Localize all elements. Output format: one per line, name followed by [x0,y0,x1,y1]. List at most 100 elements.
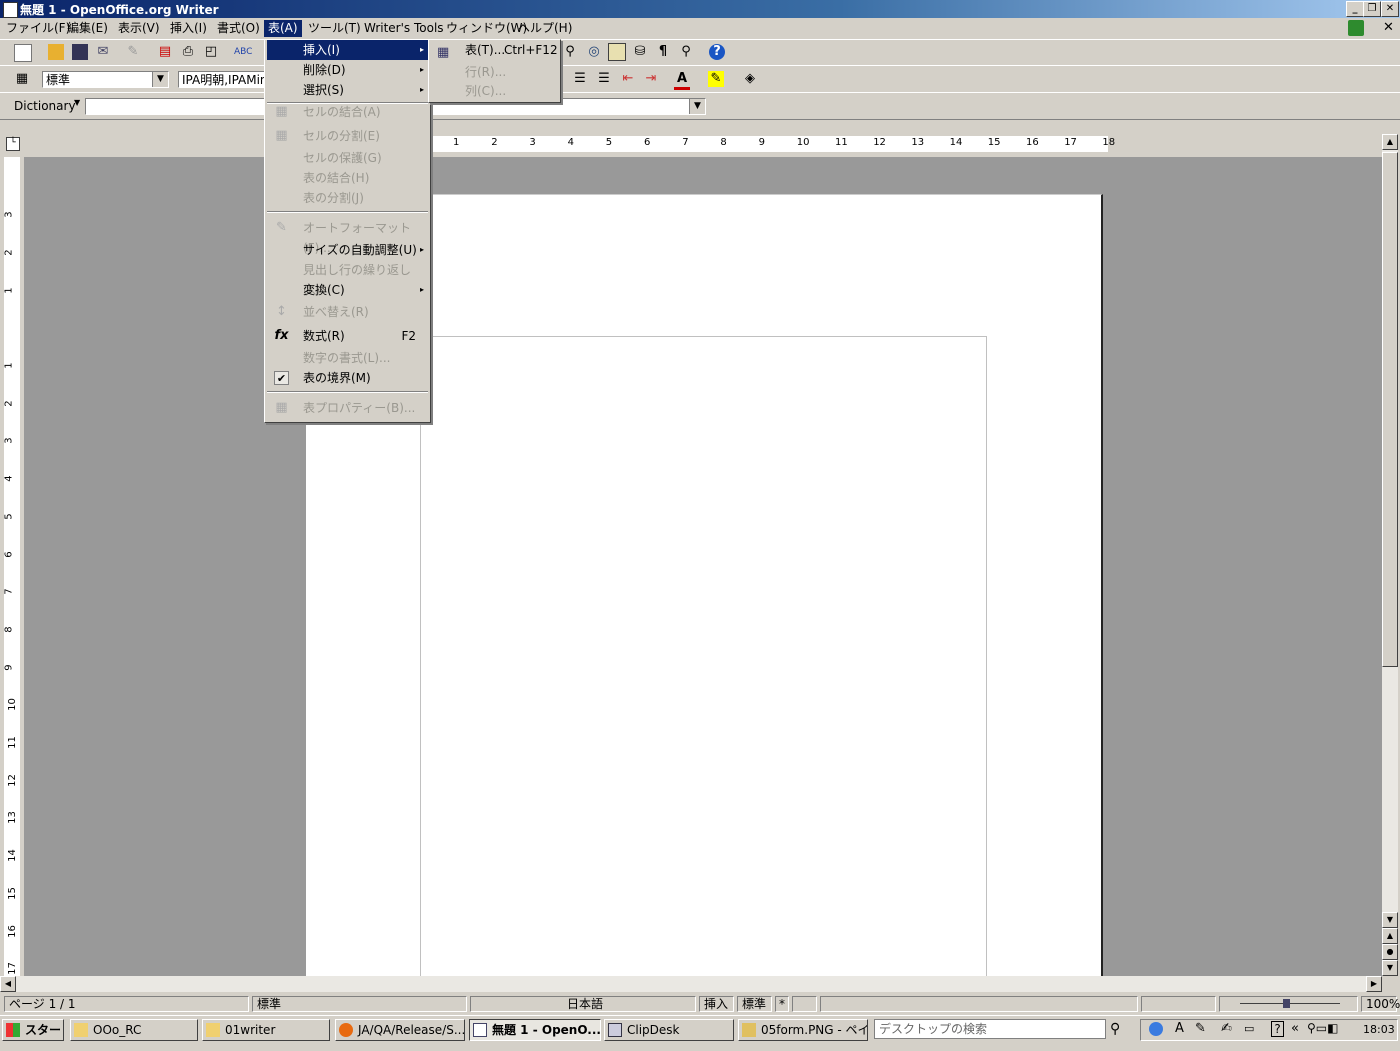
start-button[interactable]: スタート [2,1019,64,1041]
highlight-icon[interactable]: ✎ [708,71,724,87]
print-preview-icon[interactable]: ◰ [203,44,219,60]
menu-item-delete[interactable]: 削除(D) ▸ [267,60,428,80]
print-icon[interactable]: ⎙ [180,44,196,60]
selection-mode-field[interactable]: 標準 [737,996,772,1012]
tray-expand-icon[interactable]: « [1291,1021,1299,1036]
submenu-item-insert-columns[interactable]: 列(C)... [431,81,558,101]
vertical-ruler[interactable]: 3 2 1 1 2 3 4 5 6 7 8 9 10 11 12 13 14 15 16 17 [2,157,22,976]
data-sources-icon[interactable]: ⛁ [632,44,648,60]
zoom-level[interactable]: 100% [1361,996,1400,1012]
desktop-search-input[interactable]: デスクトップの検索 [874,1019,1106,1039]
menu-item-select[interactable]: 選択(S) ▸ [267,80,428,100]
menu-insert[interactable]: 挿入(I) [166,20,211,37]
menu-item-insert[interactable]: 挿入(I) ▸ [267,40,428,60]
menu-item-table-boundaries[interactable]: ✔ 表の境界(M) [267,368,428,388]
tab-stop-selector[interactable]: └ [6,137,20,151]
scroll-thumb[interactable] [1382,152,1398,667]
taskbar-button-paint[interactable]: 05form.PNG - ペイ... [738,1019,868,1041]
menu-writers-tools[interactable]: Writer's Tools [360,20,448,37]
menu-edit[interactable]: 編集(E) [63,20,112,37]
scroll-left-button[interactable]: ◀ [0,976,16,992]
gallery-icon[interactable] [608,43,626,61]
horizontal-ruler[interactable]: 1 2 3 4 5 6 7 8 9 10 11 12 13 14 15 16 17 18 [24,134,1382,154]
close-window-button[interactable]: ✕ [1381,1,1399,17]
menu-item-formula[interactable]: fx 数式(R) F2 [267,326,428,346]
tray-globe-icon[interactable] [1149,1022,1163,1036]
previous-page-button[interactable]: ▲ [1382,928,1398,944]
menu-item-split-cells[interactable]: ▦ セルの分割(E) [267,126,428,146]
new-document-icon[interactable] [14,44,32,62]
minimize-button[interactable]: _ [1346,1,1364,17]
tray-ime-icon[interactable]: A [1175,1021,1184,1036]
taskbar-button-clipdesk[interactable]: ClipDesk [604,1019,734,1041]
dictionary-input[interactable] [85,98,265,115]
tray-misc-icons[interactable]: ⚲▭◧ [1307,1021,1338,1035]
menu-item-protect-cells[interactable]: セルの保護(G) [267,148,428,168]
restore-button[interactable]: ❐ [1363,1,1381,17]
menu-tools[interactable]: ツール(T) [304,20,365,37]
zoom-icon[interactable]: ⚲ [678,44,694,60]
tray-help-icon[interactable]: ? [1271,1021,1284,1037]
bullets-icon[interactable]: ☰ [596,71,612,87]
menu-item-split-table[interactable]: 表の分割(J) [267,188,428,208]
find-replace-icon[interactable]: ⚲ [562,44,578,60]
menu-item-sort[interactable]: ↕ 並べ替え(R) [267,302,428,322]
menu-item-number-format[interactable]: 数字の書式(L)... [267,348,428,368]
navigator-icon[interactable]: ◎ [586,44,602,60]
menu-item-autofit[interactable]: サイズの自動調整(U) ▸ [267,240,428,260]
submenu-item-insert-table[interactable]: ▦ 表(T)... Ctrl+F12 [431,40,558,60]
chevron-down-icon[interactable]: ▼ [152,72,168,87]
taskbar-button-01writer[interactable]: 01writer [202,1019,330,1041]
next-page-button[interactable]: ▼ [1382,960,1398,976]
insert-mode-field[interactable]: 挿入 [699,996,734,1012]
menu-item-convert[interactable]: 変換(C) ▸ [267,280,428,300]
scroll-down-button[interactable]: ▼ [1382,912,1398,928]
taskbar-button-writer[interactable]: 無題 1 - OpenO... [469,1019,601,1041]
chevron-down-icon[interactable]: ▼ [689,99,705,114]
close-document-icon[interactable]: ✕ [1383,20,1394,35]
styles-icon[interactable]: ▦ [14,71,30,87]
menu-help[interactable]: ヘルプ(H) [514,20,576,37]
menu-item-merge-table[interactable]: 表の結合(H) [267,168,428,188]
save-icon[interactable] [72,44,88,60]
menu-item-merge-cells[interactable]: ▦ セルの結合(A) [267,102,428,122]
dictionary-dropdown-icon[interactable]: ▼ [74,98,80,107]
horizontal-scrollbar[interactable]: ◀ ▶ [0,976,1382,992]
tray-tool-icon[interactable]: ✎ [1195,1021,1206,1036]
view-layout-buttons[interactable] [1141,996,1216,1012]
menu-item-repeat-heading[interactable]: 見出し行の繰り返し(K) [267,260,428,297]
mail-icon[interactable]: ✉ [95,44,111,60]
export-pdf-icon[interactable]: ▤ [157,44,173,60]
page-indicator[interactable]: ページ 1 / 1 [4,996,249,1012]
menu-format[interactable]: 書式(O) [213,20,264,37]
scroll-up-button[interactable]: ▲ [1382,134,1398,150]
update-icon[interactable] [1348,20,1364,36]
zoom-slider-handle[interactable] [1283,999,1290,1008]
help-icon[interactable]: ? [709,44,725,60]
edit-file-icon[interactable]: ✎ [125,44,141,60]
menu-view[interactable]: 表示(V) [114,20,164,37]
menu-item-autoformat[interactable]: ✎ オートフォーマット(F)... [267,218,428,256]
background-color-icon[interactable]: ◈ [742,71,758,87]
navigation-button[interactable]: ● [1382,944,1398,960]
open-icon[interactable] [48,44,64,60]
tray-pen-icon[interactable]: ✍ [1221,1021,1232,1036]
search-icon[interactable]: ⚲ [1110,1021,1120,1037]
submenu-item-insert-rows[interactable]: 行(R)... [431,62,558,82]
increase-indent-icon[interactable]: ⇥ [643,71,659,87]
taskbar-button-browser[interactable]: JA/QA/Release/S... [335,1019,465,1041]
scroll-right-button[interactable]: ▶ [1366,976,1382,992]
taskbar-button-ooo-rc[interactable]: OOo_RC [70,1019,198,1041]
numbering-icon[interactable]: ☰ [572,71,588,87]
language-field[interactable]: 日本語 [470,996,696,1012]
menu-table[interactable]: 表(A) [264,20,302,37]
paragraph-style-combo[interactable]: 標準 ▼ [42,71,169,88]
page-style-field[interactable]: 標準 [252,996,467,1012]
spellcheck-icon[interactable]: ABC [234,44,252,60]
formatting-marks-icon[interactable]: ¶ [655,44,671,60]
decrease-indent-icon[interactable]: ⇤ [620,71,636,87]
font-color-icon[interactable]: A [674,71,690,90]
menu-item-table-properties[interactable]: ▦ 表プロパティー(B)... [267,398,428,418]
text-boundary[interactable] [420,336,987,976]
vertical-scrollbar[interactable]: ▲ ▼ ▲ ● ▼ [1382,134,1398,976]
